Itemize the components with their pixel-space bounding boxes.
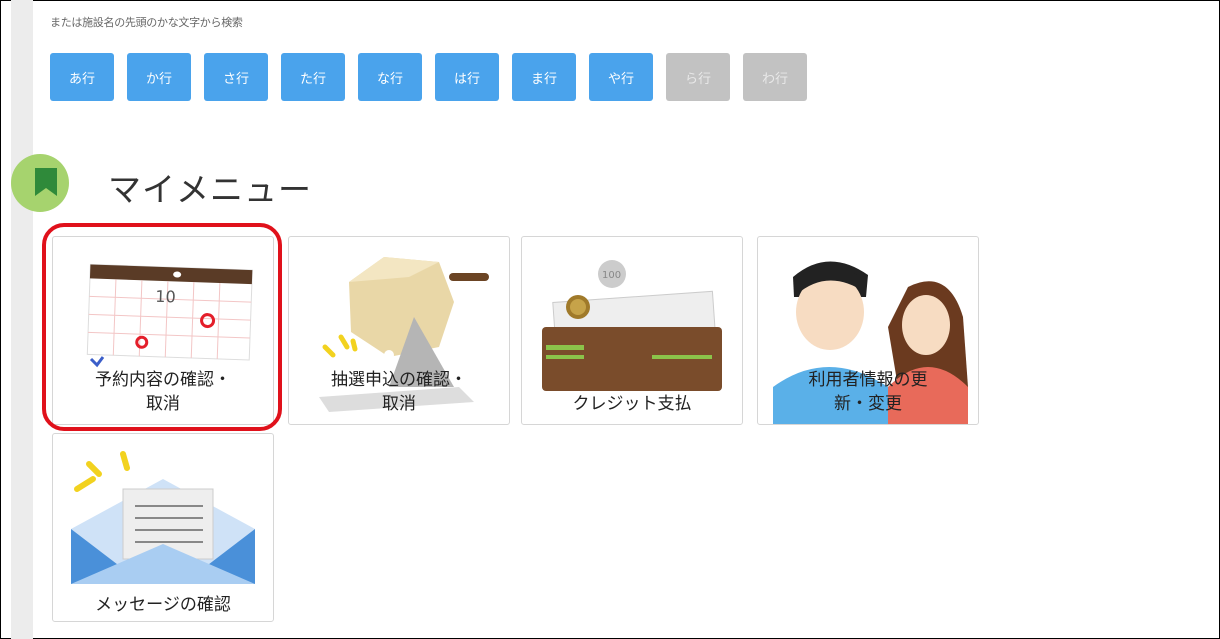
mymenu-section-icon: [11, 154, 69, 212]
kana-button-row: あ行 か行 さ行 た行 な行 は行 ま行 や行 ら行 わ行: [50, 53, 807, 101]
menu-card-label-line2: 新・変更: [834, 394, 902, 414]
menu-card-label-line1: 利用者情報の更: [808, 370, 928, 390]
kana-button-sa[interactable]: さ行: [204, 53, 268, 101]
menu-card-label-line1: 抽選申込の確認・: [331, 370, 467, 390]
menu-card-messages[interactable]: メッセージの確認: [52, 433, 274, 622]
kana-button-ra: ら行: [666, 53, 730, 101]
kana-button-ka[interactable]: か行: [127, 53, 191, 101]
menu-card-label-line1: メッセージの確認: [95, 595, 231, 615]
kana-button-wa: わ行: [743, 53, 807, 101]
kana-button-na[interactable]: な行: [358, 53, 422, 101]
reservation-highlight-outline: [42, 223, 282, 431]
menu-card-user-info[interactable]: 利用者情報の更 新・変更: [757, 236, 979, 425]
kana-button-a[interactable]: あ行: [50, 53, 114, 101]
kana-button-ma[interactable]: ま行: [512, 53, 576, 101]
menu-card-label-line2: 取消: [382, 394, 416, 414]
kana-button-ya[interactable]: や行: [589, 53, 653, 101]
bookmark-icon: [35, 168, 57, 196]
kana-search-hint: または施設名の先頭のかな文字から検索: [50, 16, 243, 29]
menu-card-lottery[interactable]: 抽選申込の確認・ 取消: [288, 236, 510, 425]
left-gutter: [11, 0, 33, 639]
mymenu-title: マイメニュー: [108, 170, 312, 209]
coin-label: 100: [602, 270, 621, 281]
kana-button-ta[interactable]: た行: [281, 53, 345, 101]
menu-card-credit-payment[interactable]: 100 クレジット支払: [521, 236, 743, 425]
kana-button-ha[interactable]: は行: [435, 53, 499, 101]
menu-card-label-line1: クレジット支払: [572, 394, 692, 414]
